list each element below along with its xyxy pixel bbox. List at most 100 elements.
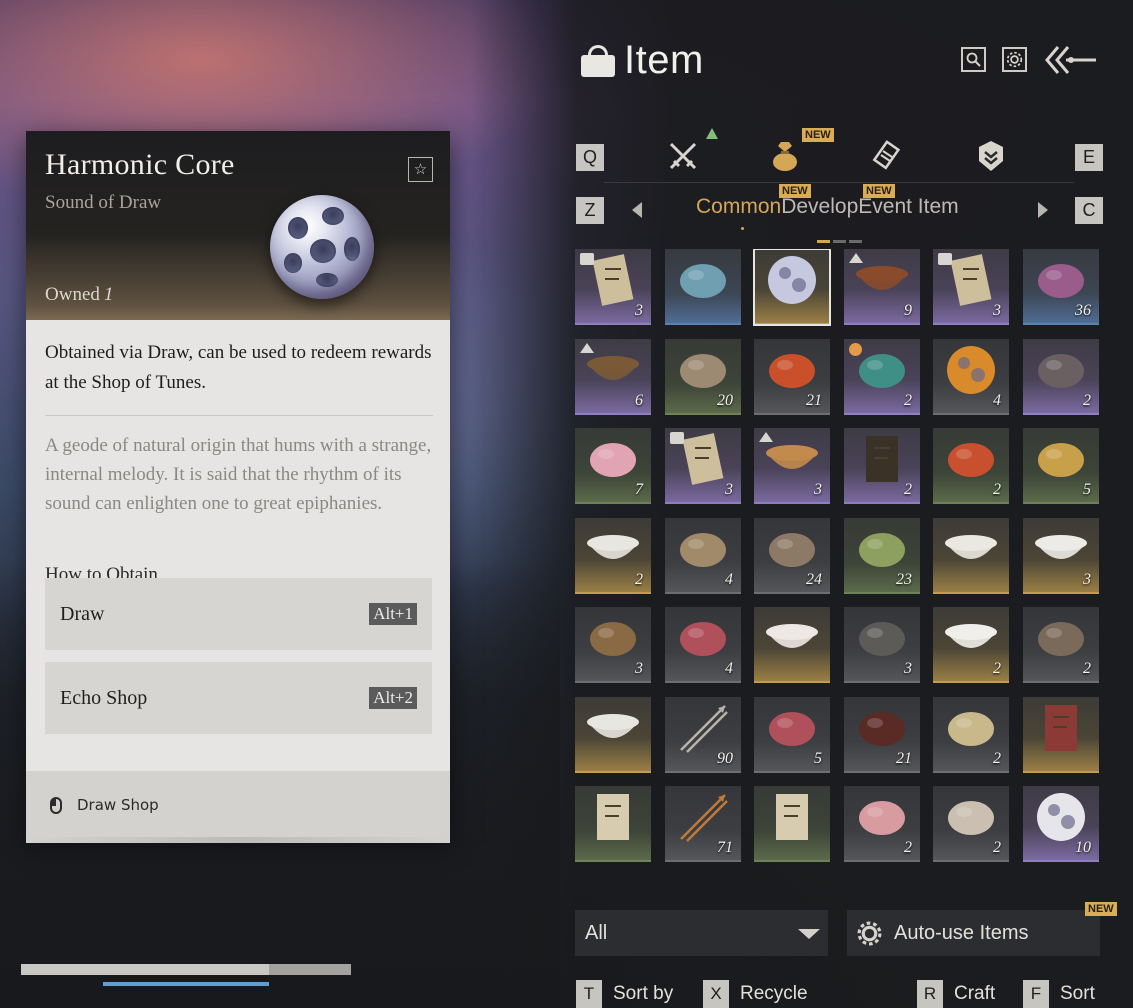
grain-sack-icon [676,526,730,576]
animal-hide-icon [676,347,730,397]
inventory-slot[interactable]: 5 [754,697,830,773]
inventory-slot[interactable]: 4 [665,607,741,683]
soup-pot-icon [584,350,642,394]
inventory-slot[interactable]: 2 [844,339,920,415]
inventory-slot[interactable]: 36 [1023,249,1099,325]
scroll-icon[interactable] [868,136,908,176]
crossed-swords-icon[interactable] [663,136,703,176]
inventory-slot[interactable]: 2 [575,518,651,594]
inventory-slot[interactable]: 20 [665,339,741,415]
inventory-slot[interactable]: 2 [933,607,1009,683]
inventory-slot[interactable] [754,607,830,683]
meat-chunks-icon [855,794,909,844]
inventory-slot[interactable]: 2 [933,697,1009,773]
inventory-slot[interactable] [665,249,741,325]
action-label: Sort [1060,983,1095,1004]
action-label: Sort by [613,983,674,1004]
inventory-slot[interactable] [933,518,1009,594]
inventory-slot[interactable]: 2 [933,428,1009,504]
inventory-slot[interactable]: 3 [575,249,651,325]
back-arrow-icon[interactable] [1044,43,1098,77]
inventory-slot[interactable]: 6 [575,339,651,415]
panel-title: Item [578,38,704,83]
inventory-slot[interactable]: 2 [844,428,920,504]
letter-icon [681,432,725,490]
next-subtab-key[interactable]: C [1075,197,1103,224]
carp-icon [1034,436,1088,486]
inventory-slot[interactable]: 10 [1023,786,1099,862]
filter-dropdown[interactable]: All [575,910,828,956]
inventory-slot[interactable]: 2 [933,786,1009,862]
prev-subtab-key[interactable]: Z [576,197,604,224]
inventory-slot[interactable]: 24 [754,518,830,594]
subtab-right-arrow-icon[interactable] [1038,202,1048,218]
settings-icon[interactable] [1002,47,1027,72]
obtain-source-draw[interactable]: Draw Alt+1 [45,578,432,650]
inventory-slot[interactable]: 5 [1023,428,1099,504]
wine-jar-icon [855,705,909,755]
inventory-slot[interactable]: 23 [844,518,920,594]
sort-by-action[interactable]: T Sort by [576,980,673,1008]
obtain-source-label: Draw [60,602,105,625]
item-count: 5 [814,750,822,767]
item-count: 24 [806,571,822,588]
inventory-slot[interactable]: 2 [1023,607,1099,683]
inventory-slot[interactable] [1023,697,1099,773]
gear-icon [857,921,882,945]
inventory-slot[interactable]: 3 [933,249,1009,325]
item-detail-header: Harmonic Core Sound of Draw ☆ Owned 1 [26,131,450,320]
tea-box-icon [855,347,909,397]
letter-icon [591,253,635,311]
item-count: 2 [993,750,1001,767]
inventory-slot[interactable] [575,697,651,773]
letter-icon [949,253,993,311]
inventory-slot[interactable]: 71 [665,786,741,862]
page-indicator [817,240,862,243]
eggs-icon [944,705,998,755]
tab-develop[interactable]: Develop [781,195,858,219]
pouch-icon[interactable] [765,136,805,176]
inventory-slot[interactable] [753,249,831,326]
inventory-slot[interactable]: 4 [665,518,741,594]
inventory-slot[interactable]: 21 [844,697,920,773]
inventory-slot[interactable]: 21 [754,339,830,415]
inventory-slot[interactable]: 90 [665,697,741,773]
search-icon[interactable] [961,47,986,72]
inventory-slot[interactable]: 3 [1023,518,1099,594]
scroll-paper-icon [770,790,814,848]
inventory-slot[interactable]: 7 [575,428,651,504]
recycle-action[interactable]: X Recycle [703,980,808,1008]
tab-common[interactable]: Common [696,195,781,219]
item-count: 90 [717,750,733,767]
inventory-slot[interactable]: 4 [933,339,1009,415]
obtain-source-echo-shop[interactable]: Echo Shop Alt+2 [45,662,432,734]
emblem-icon[interactable] [971,136,1011,176]
inventory-slot[interactable]: 2 [1023,339,1099,415]
inventory-slot[interactable]: 3 [665,428,741,504]
item-grid: 3 9 3 36 6 20 21 2 4 2 7 3 3 2 2 5 2 4 24 23 3 3 4 3 2 2 90 5 21 2 71 2… [575,249,1103,883]
draw-shop-link[interactable]: Draw Shop [26,771,450,839]
tab-event-item[interactable]: Event Item [858,195,958,219]
inventory-slot[interactable]: 2 [844,786,920,862]
craft-action[interactable]: R Craft [917,980,995,1008]
berries-icon [944,436,998,486]
inventory-slot[interactable] [575,786,651,862]
inventory-slot[interactable]: 3 [754,428,830,504]
pastry-plate-icon [763,439,821,483]
item-count: 21 [896,750,912,767]
inventory-slot[interactable]: 3 [575,607,651,683]
inventory-slot[interactable] [754,786,830,862]
prev-category-key[interactable]: Q [576,144,604,171]
new-badge: NEW [863,184,895,198]
auto-use-label: Auto-use Items [894,921,1029,944]
inventory-slot[interactable]: 9 [844,249,920,325]
item-count: 9 [904,302,912,319]
inventory-slot[interactable]: 3 [844,607,920,683]
subtab-left-arrow-icon[interactable] [632,202,642,218]
wood-pieces-icon [765,526,819,576]
sort-action[interactable]: F Sort [1023,980,1095,1008]
item-count: 3 [725,481,733,498]
next-category-key[interactable]: E [1075,144,1103,171]
auto-use-items-button[interactable]: Auto-use Items [847,910,1100,956]
star-icon[interactable]: ☆ [408,157,433,182]
